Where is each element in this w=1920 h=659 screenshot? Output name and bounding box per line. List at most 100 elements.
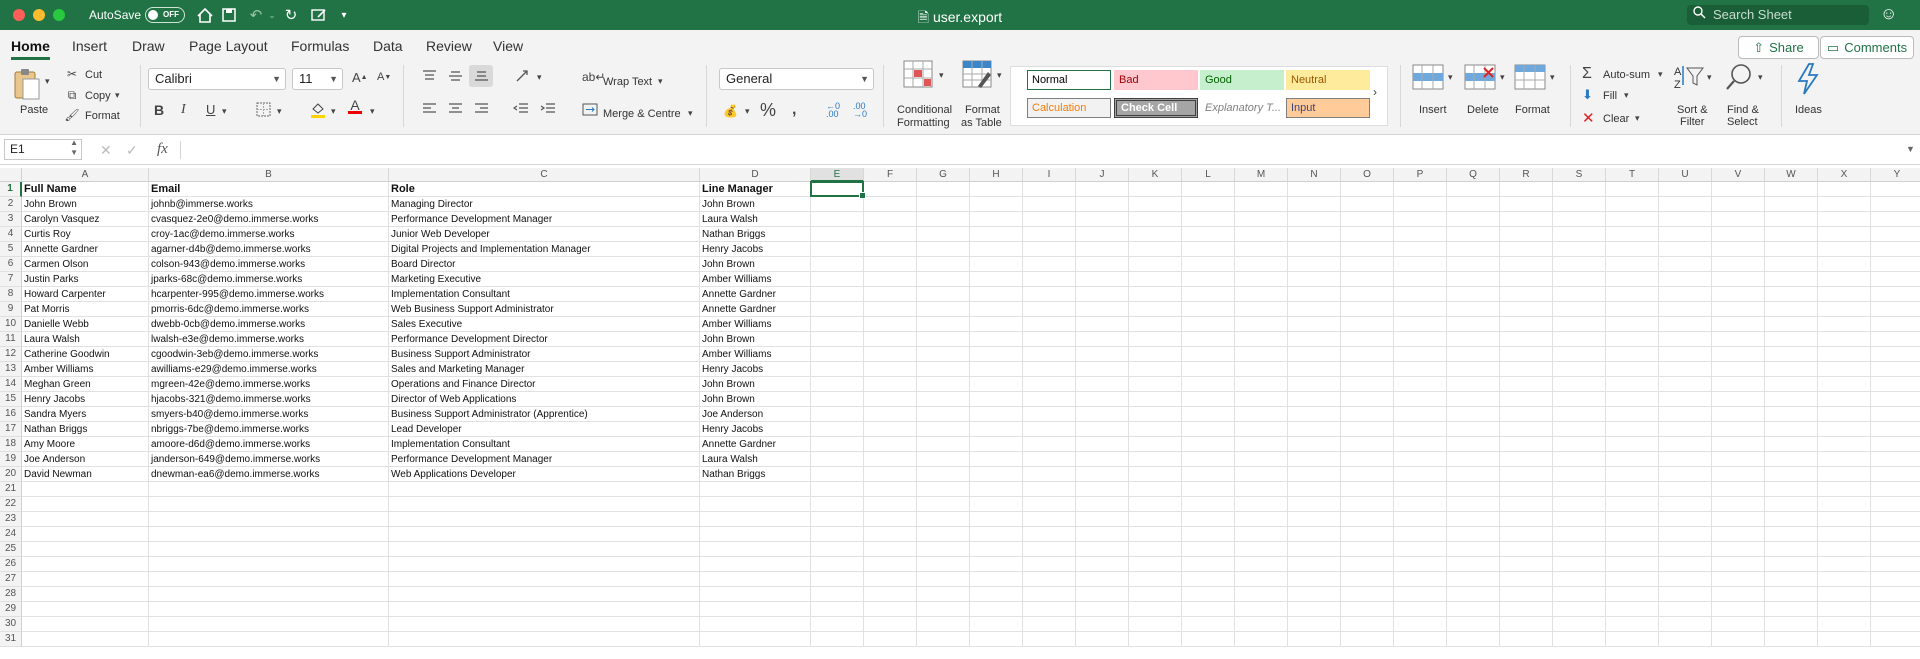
cell-full-name[interactable]: Danielle Webb bbox=[22, 317, 149, 332]
wrap-text-icon[interactable]: ab↵ bbox=[582, 70, 605, 84]
column-header-e[interactable]: E bbox=[811, 168, 864, 182]
merge-dropdown-icon[interactable]: ▾ bbox=[688, 108, 693, 119]
cell-role[interactable]: Marketing Executive bbox=[389, 272, 700, 287]
tab-view[interactable]: View bbox=[493, 38, 523, 54]
tab-insert[interactable]: Insert bbox=[72, 38, 107, 54]
column-header-m[interactable]: M bbox=[1235, 168, 1288, 182]
ideas-icon[interactable] bbox=[1795, 63, 1821, 95]
sort-filter-label-2[interactable]: Filter bbox=[1680, 116, 1704, 128]
decrease-decimal-icon[interactable]: .00 →0 bbox=[853, 102, 867, 119]
row-header-5[interactable]: 5 bbox=[0, 242, 22, 257]
cell-full-name[interactable]: Henry Jacobs bbox=[22, 392, 149, 407]
clear-dropdown-icon[interactable]: ▾ bbox=[1635, 113, 1640, 124]
cell-role[interactable]: Performance Development Manager bbox=[389, 452, 700, 467]
row-header-29[interactable]: 29 bbox=[0, 602, 22, 617]
cell-full-name[interactable]: Annette Gardner bbox=[22, 242, 149, 257]
row-header-20[interactable]: 20 bbox=[0, 467, 22, 482]
insert-label[interactable]: Insert bbox=[1419, 104, 1447, 116]
orientation-dropdown-icon[interactable]: ▾ bbox=[537, 72, 542, 83]
minimize-window-button[interactable] bbox=[33, 9, 45, 21]
cell-full-name[interactable]: Howard Carpenter bbox=[22, 287, 149, 302]
borders-icon[interactable] bbox=[256, 102, 271, 117]
font-size-select[interactable]: 11 ▼ bbox=[292, 68, 343, 90]
tab-data[interactable]: Data bbox=[373, 38, 403, 54]
format-dropdown-icon[interactable]: ▾ bbox=[1550, 72, 1555, 83]
cell-role[interactable]: Board Director bbox=[389, 257, 700, 272]
row-header-6[interactable]: 6 bbox=[0, 257, 22, 272]
cell-full-name[interactable]: Nathan Briggs bbox=[22, 422, 149, 437]
fill-color-icon[interactable] bbox=[310, 101, 326, 118]
style-calculation[interactable]: Calculation bbox=[1027, 98, 1111, 118]
cell-email[interactable]: hcarpenter-995@demo.immerse.works bbox=[149, 287, 389, 302]
align-left-icon[interactable] bbox=[422, 103, 437, 115]
underline-button[interactable]: U bbox=[206, 102, 215, 117]
align-center-icon[interactable] bbox=[448, 103, 463, 115]
clear-icon[interactable]: ✕ bbox=[1582, 109, 1595, 127]
row-header-31[interactable]: 31 bbox=[0, 632, 22, 647]
cut-icon[interactable]: ✂ bbox=[64, 66, 80, 82]
select-all-corner[interactable] bbox=[0, 168, 22, 182]
cell-full-name[interactable]: Pat Morris bbox=[22, 302, 149, 317]
column-header-j[interactable]: J bbox=[1076, 168, 1129, 182]
column-header-k[interactable]: K bbox=[1129, 168, 1182, 182]
row-header-17[interactable]: 17 bbox=[0, 422, 22, 437]
conditional-formatting-dropdown-icon[interactable]: ▾ bbox=[939, 70, 944, 81]
underline-dropdown-icon[interactable]: ▾ bbox=[222, 106, 227, 117]
row-header-21[interactable]: 21 bbox=[0, 482, 22, 497]
column-header-f[interactable]: F bbox=[864, 168, 917, 182]
column-header-w[interactable]: W bbox=[1765, 168, 1818, 182]
sort-filter-label-1[interactable]: Sort & bbox=[1677, 104, 1708, 116]
format-as-table-label-2[interactable]: as Table bbox=[961, 117, 1002, 129]
row-header-8[interactable]: 8 bbox=[0, 287, 22, 302]
cell-full-name[interactable]: Catherine Goodwin bbox=[22, 347, 149, 362]
cell-full-name[interactable]: Carolyn Vasquez bbox=[22, 212, 149, 227]
tab-formulas[interactable]: Formulas bbox=[291, 38, 349, 54]
style-explanatory[interactable]: Explanatory T... bbox=[1200, 98, 1284, 118]
font-color-dropdown-icon[interactable]: ▾ bbox=[370, 106, 375, 117]
column-header-t[interactable]: T bbox=[1606, 168, 1659, 182]
cell-line-manager[interactable]: Henry Jacobs bbox=[700, 362, 811, 377]
row-header-28[interactable]: 28 bbox=[0, 587, 22, 602]
format-painter-label[interactable]: Format bbox=[85, 110, 120, 122]
fill-dropdown-icon[interactable]: ▾ bbox=[1624, 90, 1629, 101]
sort-filter-dropdown-icon[interactable]: ▾ bbox=[1707, 72, 1712, 83]
cell-email[interactable]: nbriggs-7be@demo.immerse.works bbox=[149, 422, 389, 437]
cell-role[interactable]: Sales Executive bbox=[389, 317, 700, 332]
style-bad[interactable]: Bad bbox=[1114, 70, 1198, 90]
row-header-22[interactable]: 22 bbox=[0, 497, 22, 512]
cell-role[interactable]: Managing Director bbox=[389, 197, 700, 212]
conditional-formatting-label-1[interactable]: Conditional bbox=[897, 104, 952, 116]
cell-role[interactable]: Business Support Administrator (Apprenti… bbox=[389, 407, 700, 422]
cell-line-manager[interactable]: John Brown bbox=[700, 332, 811, 347]
feedback-smiley-icon[interactable]: ☺ bbox=[1880, 4, 1897, 24]
style-check-cell[interactable]: Check Cell bbox=[1114, 98, 1198, 118]
cell-email[interactable]: janderson-649@demo.immerse.works bbox=[149, 452, 389, 467]
cell-full-name[interactable]: Carmen Olson bbox=[22, 257, 149, 272]
autosum-dropdown-icon[interactable]: ▾ bbox=[1658, 69, 1663, 80]
row-header-9[interactable]: 9 bbox=[0, 302, 22, 317]
cut-label[interactable]: Cut bbox=[85, 69, 102, 81]
tab-draw[interactable]: Draw bbox=[132, 38, 165, 54]
row-header-10[interactable]: 10 bbox=[0, 317, 22, 332]
zoom-window-button[interactable] bbox=[53, 9, 65, 21]
align-middle-icon[interactable] bbox=[448, 70, 463, 82]
row-header-15[interactable]: 15 bbox=[0, 392, 22, 407]
style-neutral[interactable]: Neutral bbox=[1286, 70, 1370, 90]
tab-page-layout[interactable]: Page Layout bbox=[189, 38, 268, 54]
fill-label[interactable]: Fill bbox=[1603, 90, 1617, 102]
cell-line-manager[interactable]: Laura Walsh bbox=[700, 212, 811, 227]
row-header-12[interactable]: 12 bbox=[0, 347, 22, 362]
search-sheet-input[interactable]: Search Sheet bbox=[1687, 5, 1869, 25]
format-cells-icon[interactable] bbox=[1514, 64, 1546, 90]
cell-line-manager[interactable]: John Brown bbox=[700, 377, 811, 392]
cell-full-name[interactable]: Amy Moore bbox=[22, 437, 149, 452]
cell-email[interactable]: lwalsh-e3e@demo.immerse.works bbox=[149, 332, 389, 347]
paste-icon[interactable] bbox=[12, 66, 42, 102]
cell-line-manager[interactable]: Nathan Briggs bbox=[700, 227, 811, 242]
align-right-icon[interactable] bbox=[474, 103, 489, 115]
chevron-right-icon[interactable]: › bbox=[1373, 85, 1377, 99]
column-header-u[interactable]: U bbox=[1659, 168, 1712, 182]
row-header-2[interactable]: 2 bbox=[0, 197, 22, 212]
column-header-q[interactable]: Q bbox=[1447, 168, 1500, 182]
row-header-18[interactable]: 18 bbox=[0, 437, 22, 452]
